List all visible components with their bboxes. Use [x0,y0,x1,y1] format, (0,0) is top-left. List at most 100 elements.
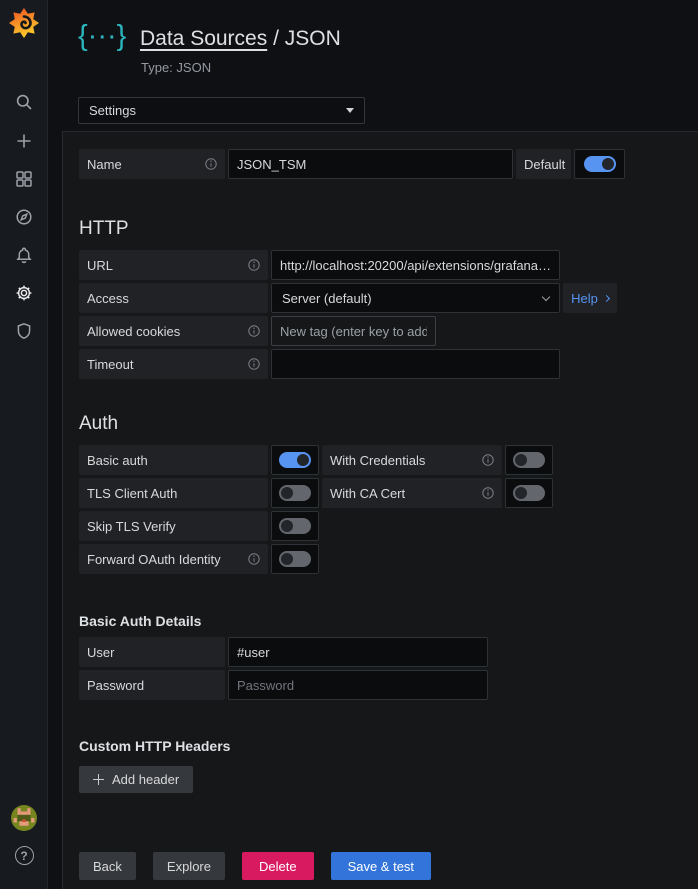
timeout-input[interactable] [271,349,560,379]
access-select-value: Server (default) [282,291,372,306]
toggle-off-indicator [279,485,311,501]
access-label: Access [87,291,129,306]
settings-panel: Name Default HTTP URL A [62,131,698,889]
allowed-cookies-label-chip: Allowed cookies [79,316,268,346]
sidebar-item-explore[interactable] [0,207,48,227]
auth-section-title: Auth [79,412,682,436]
grafana-logo-icon [9,8,39,38]
url-row: URL [79,250,682,280]
info-icon[interactable] [482,454,494,466]
skip-tls-verify-toggle[interactable] [271,511,319,541]
info-icon[interactable] [248,553,260,565]
sidebar-item-configuration[interactable] [0,283,48,303]
toggle-on-indicator [279,452,311,468]
caret-down-icon [346,108,354,113]
grafana-datasource-settings-page: ? {···} Data Sources / JSON Type: JSON S… [0,0,698,889]
toggle-off-indicator [279,518,311,534]
delete-button[interactable]: Delete [242,852,314,880]
user-label: User [87,645,114,660]
explore-button[interactable]: Explore [153,852,225,880]
with-ca-cert-label: With CA Cert [330,486,405,501]
configuration-gear-icon [14,283,34,303]
auth-row-3: Skip TLS Verify [79,511,682,541]
skip-tls-verify-label: Skip TLS Verify [87,519,176,534]
forward-oauth-label: Forward OAuth Identity [87,552,221,567]
password-label: Password [87,678,144,693]
info-icon[interactable] [205,158,217,170]
password-row: Password [79,670,682,700]
tab-select-value: Settings [89,103,136,118]
name-label-chip: Name [79,149,225,179]
auth-row-1: Basic auth With Credentials [79,445,682,475]
access-select[interactable]: Server (default) [271,283,560,313]
allowed-cookies-row: Allowed cookies [79,316,682,346]
name-input[interactable] [228,149,513,179]
tls-client-auth-label-chip: TLS Client Auth [79,478,268,508]
chevron-down-icon [542,292,550,300]
sidebar-item-search[interactable] [0,92,48,112]
with-credentials-label: With Credentials [330,453,425,468]
default-label-chip: Default [516,149,571,179]
access-help-button[interactable]: Help [563,283,617,313]
access-row: Access Server (default) Help [79,283,682,313]
alerting-bell-icon [14,245,34,265]
help-label: Help [571,291,598,306]
custom-http-headers-title: Custom HTTP Headers [79,738,682,755]
with-ca-cert-label-chip: With CA Cert [322,478,502,508]
avatar-image [11,805,37,831]
password-input[interactable] [228,670,488,700]
timeout-label-chip: Timeout [79,349,268,379]
allowed-cookies-tag-input[interactable] [271,316,436,346]
sidebar-item-server-admin[interactable] [0,321,48,341]
password-label-chip: Password [79,670,225,700]
help-question-icon: ? [15,846,34,865]
search-icon [14,92,34,112]
sidebar-item-create[interactable] [0,131,48,151]
skip-tls-verify-label-chip: Skip TLS Verify [79,511,268,541]
user-label-chip: User [79,637,225,667]
explore-compass-icon [14,207,34,227]
dashboards-grid-icon [14,169,34,189]
basic-auth-label: Basic auth [87,453,148,468]
toggle-off-indicator [513,452,545,468]
plus-icon [93,774,104,785]
admin-shield-icon [14,321,34,341]
add-header-button[interactable]: Add header [79,766,193,793]
help-glyph: ? [20,849,27,863]
access-label-chip: Access [79,283,268,313]
chevron-right-icon [603,294,610,301]
breadcrumb-datasources-link[interactable]: Data Sources [140,27,267,50]
user-input[interactable] [228,637,488,667]
with-ca-cert-toggle[interactable] [505,478,553,508]
default-toggle[interactable] [574,149,625,179]
datasource-type-subtitle: Type: JSON [141,60,211,75]
user-row: User [79,637,682,667]
info-icon[interactable] [248,325,260,337]
page-tab-select[interactable]: Settings [78,97,365,124]
timeout-label: Timeout [87,357,133,372]
info-icon[interactable] [248,358,260,370]
info-icon[interactable] [482,487,494,499]
tls-client-auth-label: TLS Client Auth [87,486,177,501]
toggle-off-indicator [279,551,311,567]
user-avatar[interactable] [0,805,48,831]
auth-row-2: TLS Client Auth With CA Cert [79,478,682,508]
basic-auth-toggle[interactable] [271,445,319,475]
page-title: Data Sources / JSON [140,27,341,51]
save-and-test-button[interactable]: Save & test [331,852,431,880]
plus-icon [14,131,34,151]
sidebar-item-alerting[interactable] [0,245,48,265]
back-button[interactable]: Back [79,852,136,880]
breadcrumb-separator: / [267,27,285,50]
sidebar-item-help[interactable]: ? [0,846,48,865]
url-input[interactable] [271,250,560,280]
forward-oauth-toggle[interactable] [271,544,319,574]
with-credentials-toggle[interactable] [505,445,553,475]
sidebar-item-dashboards[interactable] [0,169,48,189]
name-label: Name [87,157,122,172]
info-icon[interactable] [248,259,260,271]
basic-auth-label-chip: Basic auth [79,445,268,475]
tls-client-auth-toggle[interactable] [271,478,319,508]
grafana-logo[interactable] [0,8,48,38]
url-label: URL [87,258,113,273]
